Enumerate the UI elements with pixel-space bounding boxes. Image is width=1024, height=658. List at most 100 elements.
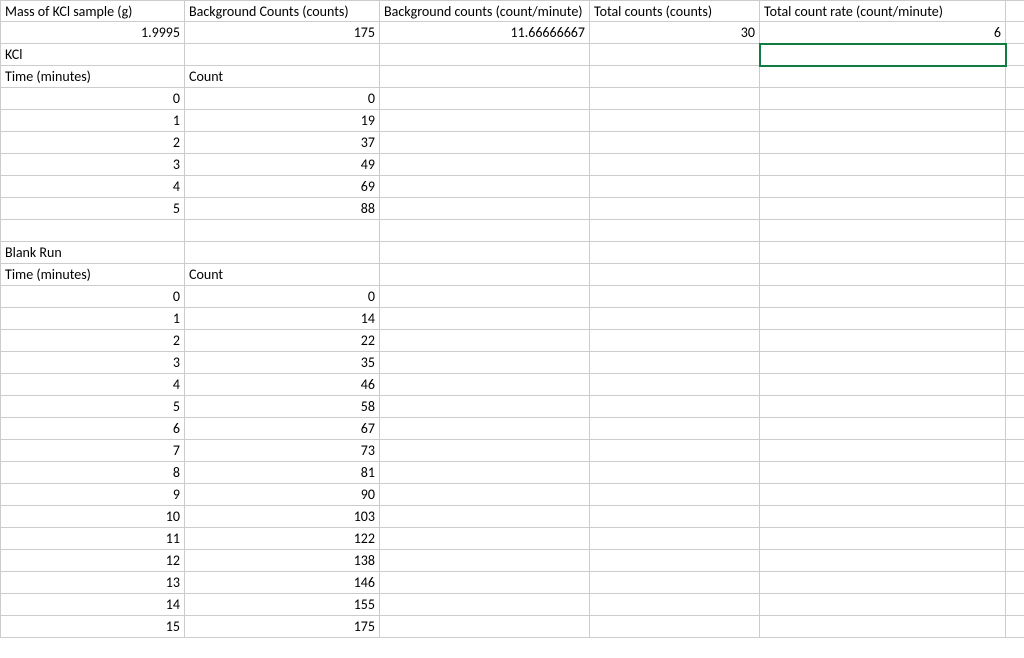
empty-cell[interactable]: [590, 88, 760, 110]
empty-cell[interactable]: [760, 330, 1006, 352]
kcl-count-cell[interactable]: 37: [185, 132, 380, 154]
kcl-time-cell[interactable]: 1: [0, 110, 185, 132]
blank-count-cell[interactable]: 103: [185, 506, 380, 528]
empty-cell[interactable]: [1006, 154, 1024, 176]
empty-cell[interactable]: [380, 132, 590, 154]
empty-cell[interactable]: [380, 198, 590, 220]
empty-cell[interactable]: [590, 616, 760, 638]
empty-cell[interactable]: [760, 220, 1006, 242]
empty-cell[interactable]: [380, 286, 590, 308]
empty-cell[interactable]: [1006, 550, 1024, 572]
blank-time-cell[interactable]: 8: [0, 462, 185, 484]
empty-cell[interactable]: [590, 110, 760, 132]
blank-count-cell[interactable]: 146: [185, 572, 380, 594]
value-mass[interactable]: 1.9995: [0, 22, 185, 44]
empty-cell[interactable]: [590, 374, 760, 396]
empty-cell[interactable]: [1006, 286, 1024, 308]
empty-cell[interactable]: [1006, 308, 1024, 330]
empty-cell[interactable]: [590, 44, 760, 66]
value-total-rate[interactable]: 6: [760, 22, 1006, 44]
empty-cell[interactable]: [1006, 352, 1024, 374]
empty-cell[interactable]: [590, 418, 760, 440]
empty-cell[interactable]: [760, 110, 1006, 132]
blank-count-cell[interactable]: 81: [185, 462, 380, 484]
blank-count-cell[interactable]: 67: [185, 418, 380, 440]
empty-cell[interactable]: [380, 44, 590, 66]
blank-count-cell[interactable]: 122: [185, 528, 380, 550]
empty-cell[interactable]: [590, 528, 760, 550]
empty-cell[interactable]: [380, 572, 590, 594]
blank-count-cell[interactable]: 175: [185, 616, 380, 638]
empty-cell[interactable]: [1006, 44, 1024, 66]
empty-cell[interactable]: [760, 132, 1006, 154]
empty-cell[interactable]: [590, 440, 760, 462]
empty-cell[interactable]: [760, 176, 1006, 198]
empty-cell[interactable]: [590, 396, 760, 418]
empty-cell[interactable]: [380, 550, 590, 572]
blank-time-cell[interactable]: 5: [0, 396, 185, 418]
blank-count-cell[interactable]: 0: [185, 286, 380, 308]
empty-cell[interactable]: [760, 198, 1006, 220]
empty-cell[interactable]: [590, 176, 760, 198]
empty-cell[interactable]: [760, 572, 1006, 594]
empty-cell[interactable]: [760, 418, 1006, 440]
empty-cell[interactable]: [1006, 462, 1024, 484]
empty-cell[interactable]: [380, 594, 590, 616]
empty-cell[interactable]: [380, 484, 590, 506]
empty-cell[interactable]: [1006, 528, 1024, 550]
empty-cell[interactable]: [760, 462, 1006, 484]
empty-cell[interactable]: [185, 242, 380, 264]
empty-cell[interactable]: [1006, 110, 1024, 132]
empty-cell[interactable]: [590, 264, 760, 286]
empty-cell[interactable]: [590, 242, 760, 264]
blank-count-cell[interactable]: 58: [185, 396, 380, 418]
empty-cell[interactable]: [1006, 506, 1024, 528]
value-bg-rate[interactable]: 11.66666667: [380, 22, 590, 44]
empty-cell[interactable]: [380, 110, 590, 132]
empty-cell[interactable]: [1006, 440, 1024, 462]
empty-cell[interactable]: [0, 220, 185, 242]
empty-cell[interactable]: [185, 220, 380, 242]
kcl-count-cell[interactable]: 88: [185, 198, 380, 220]
empty-cell[interactable]: [760, 242, 1006, 264]
empty-cell[interactable]: [380, 308, 590, 330]
empty-cell[interactable]: [1006, 220, 1024, 242]
value-total-counts[interactable]: 30: [590, 22, 760, 44]
empty-cell[interactable]: [590, 594, 760, 616]
empty-cell[interactable]: [380, 528, 590, 550]
empty-cell[interactable]: [380, 242, 590, 264]
empty-cell[interactable]: [1006, 176, 1024, 198]
empty-cell[interactable]: [380, 418, 590, 440]
empty-cell[interactable]: [380, 154, 590, 176]
empty-cell[interactable]: [760, 616, 1006, 638]
blank-time-cell[interactable]: 1: [0, 308, 185, 330]
empty-cell[interactable]: [1006, 264, 1024, 286]
empty-cell[interactable]: [590, 66, 760, 88]
empty-cell[interactable]: [590, 506, 760, 528]
empty-cell[interactable]: [380, 396, 590, 418]
kcl-count-cell[interactable]: 19: [185, 110, 380, 132]
empty-cell[interactable]: [380, 66, 590, 88]
kcl-time-cell[interactable]: 2: [0, 132, 185, 154]
empty-cell[interactable]: [760, 352, 1006, 374]
blank-time-cell[interactable]: 9: [0, 484, 185, 506]
blank-time-cell[interactable]: 10: [0, 506, 185, 528]
empty-cell[interactable]: [185, 44, 380, 66]
kcl-time-cell[interactable]: 3: [0, 154, 185, 176]
blank-count-cell[interactable]: 138: [185, 550, 380, 572]
kcl-count-cell[interactable]: 69: [185, 176, 380, 198]
empty-cell[interactable]: [590, 132, 760, 154]
empty-cell[interactable]: [590, 308, 760, 330]
empty-cell[interactable]: [760, 440, 1006, 462]
empty-cell[interactable]: [760, 396, 1006, 418]
blank-time-cell[interactable]: 3: [0, 352, 185, 374]
kcl-count-cell[interactable]: 49: [185, 154, 380, 176]
blank-count-cell[interactable]: 90: [185, 484, 380, 506]
empty-cell[interactable]: [590, 572, 760, 594]
empty-cell[interactable]: [1006, 616, 1024, 638]
empty-cell[interactable]: [1006, 66, 1024, 88]
empty-cell[interactable]: [590, 220, 760, 242]
empty-cell[interactable]: [760, 154, 1006, 176]
kcl-time-cell[interactable]: 0: [0, 88, 185, 110]
empty-cell[interactable]: [760, 528, 1006, 550]
